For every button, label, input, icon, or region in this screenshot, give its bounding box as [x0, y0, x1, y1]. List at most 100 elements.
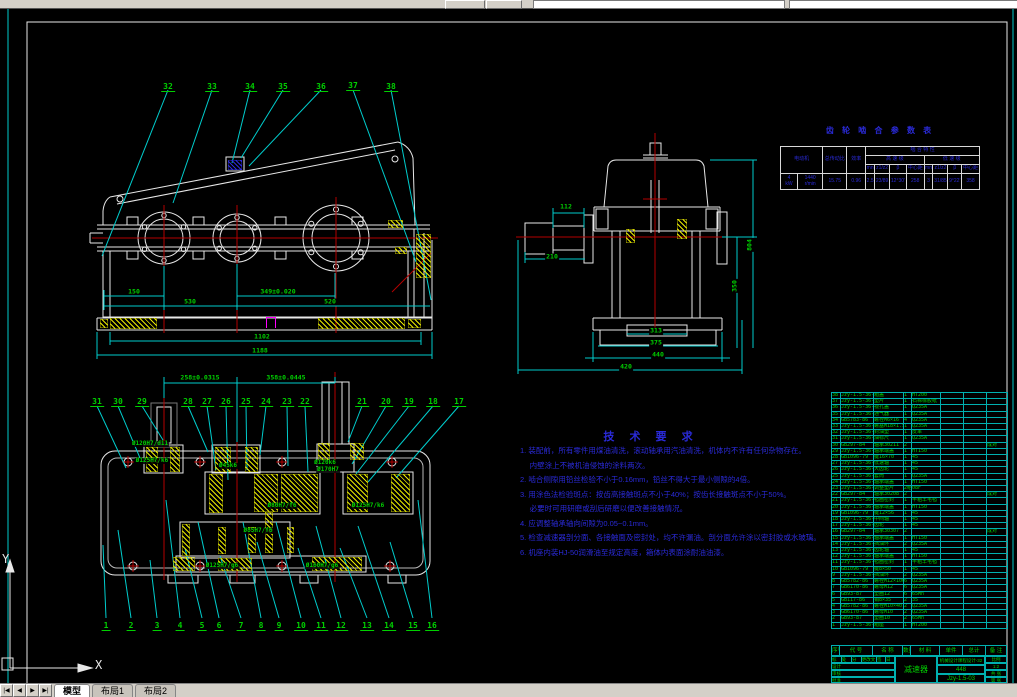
balloon-number: 32 — [161, 82, 175, 92]
toolbar-button[interactable] — [445, 0, 485, 9]
tech-req-line: 5. 检查减速器剖分面、各接触面及密封处，均不许漏油。剖分面允许涂以密封胶或水玻… — [520, 533, 821, 542]
balloon-number: 27 — [200, 397, 214, 407]
bom-col-header: 材 料 — [911, 645, 940, 656]
balloon-number: 11 — [314, 621, 328, 631]
balloon-number: 16 — [425, 621, 439, 631]
dimension-text: 349±0.020 — [259, 287, 297, 296]
dimension-text: 358±0.0445 — [265, 373, 307, 382]
col-label: z1/z2 — [932, 164, 949, 174]
bom-row: 1 Jzy-1.5-36-01 箱座 1 HT200 — [831, 621, 1008, 629]
tab-layout2[interactable]: 布局2 — [135, 684, 177, 697]
bom-col-header: 单件 — [940, 645, 963, 656]
parts-list: 38 Jzy-1.5-36-38 箱盖 1 HT200 37 Jzy-1.5-3… — [831, 391, 1008, 629]
toolbar-combobox[interactable] — [533, 0, 785, 9]
fit-label: Ø45k6 — [217, 462, 239, 469]
balloon-number: 13 — [360, 621, 374, 631]
tech-req-title: 技 术 要 求 — [603, 431, 699, 443]
eff-label: 效率 — [846, 146, 867, 174]
balloon-number: 37 — [346, 81, 360, 91]
bom-col-header: 名 称 — [873, 645, 903, 656]
tech-req-line: 6. 机座内装HJ-50润滑油至规定高度，箱体内表面涂耐油油漆。 — [520, 547, 729, 557]
tab-nav-next-button[interactable]: ▶ — [26, 684, 39, 697]
balloon-number: 18 — [426, 397, 440, 407]
balloon-number: 20 — [379, 397, 393, 407]
balloon-number: 10 — [294, 621, 308, 631]
tab-layout1[interactable]: 布局1 — [92, 684, 134, 697]
col-label: β — [889, 164, 907, 174]
gear-table-title: 齿 轮 啮 合 参 数 表 — [825, 126, 935, 135]
scale-value-cell: 1:2 — [985, 663, 1007, 670]
efficiency: 0.96 — [846, 173, 867, 190]
gear-value: 31/85 — [932, 173, 949, 190]
col-label: β — [947, 164, 963, 174]
tab-nav-first-button[interactable]: |◀ — [0, 684, 13, 697]
gear-value: 3 — [923, 173, 934, 190]
gear-value: 358 — [961, 173, 980, 190]
tab-nav-last-button[interactable]: ▶| — [39, 684, 52, 697]
balloon-number: 2 — [126, 621, 136, 631]
tech-req-line: 2. 啮合侧隙用铅丝检验不小于0.16mm，铅丝不得大于最小侧隙的4倍。 — [520, 475, 755, 484]
ucs-y-label: Y — [2, 552, 10, 566]
tech-req-line: 内壁涂上不被机油侵蚀的涂料两次。 — [520, 460, 650, 470]
tech-req-line: 4. 应调整轴承轴向间隙为0.05~0.1mm。 — [520, 518, 653, 528]
balloon-number: 31 — [90, 397, 104, 407]
layout-tab-bar: |◀ ◀ ▶ ▶| 模型 布局1 布局2 — [0, 683, 1017, 697]
dimension-text: 530 — [183, 297, 197, 306]
fit-label: Ø160H7/g6 — [304, 562, 340, 569]
tab-nav-prev-button[interactable]: ◀ — [13, 684, 26, 697]
breather-hatch — [228, 160, 242, 170]
role-row: 设计 — [831, 663, 895, 670]
gear-value: 258 — [905, 173, 925, 190]
balloon-number: 33 — [205, 82, 219, 92]
toolbar-button[interactable] — [486, 0, 522, 9]
gear-value: 23/89 — [874, 173, 891, 190]
balloon-number: 4 — [175, 621, 185, 631]
fit-label: Ø85H7/f6 — [242, 527, 274, 534]
dimension-text: 258±0.0315 — [179, 373, 221, 382]
fit-label: Ø120H7/d11 — [130, 440, 170, 447]
col-label: 中心距 — [905, 164, 925, 174]
tech-req-line: 3. 用涂色法检验斑点：按齿高接触斑点不小于40%；按齿长接触斑点不小于50%。 — [520, 489, 791, 499]
dimension-text: 210 — [545, 252, 559, 261]
tab-model[interactable]: 模型 — [54, 684, 91, 697]
balloon-number: 34 — [243, 82, 257, 92]
fit-label: Ø125H7/k6 — [350, 502, 386, 509]
dimension-text: 313 — [649, 326, 663, 335]
bom-col-header: 备 注 — [986, 645, 1007, 656]
balloon-number: 36 — [314, 82, 328, 92]
col-label: mn — [865, 164, 876, 174]
balloon-number: 21 — [355, 397, 369, 407]
toolbar — [0, 0, 1017, 9]
revision-row: 标记 处数 分区 更改文件号 签名 日期 — [831, 656, 895, 663]
gear-value: 2.5 — [865, 173, 876, 190]
balloon-number: 28 — [181, 397, 195, 407]
mesh-label: 啮 合 特 性 — [865, 146, 980, 156]
drawing-number-cell: Jzy-1.5-03 — [937, 674, 985, 683]
ratio-label: 总传动比 — [822, 146, 848, 174]
fit-label: Ø125H7/g6 — [204, 562, 240, 569]
scale-label-cell: 比例 — [985, 656, 1007, 663]
balloon-number: 38 — [384, 82, 398, 92]
gear-value: 9°22′ — [947, 173, 963, 190]
balloon-number: 35 — [276, 82, 290, 92]
balloon-number: 14 — [382, 621, 396, 631]
fit-label: Ø170H7 — [316, 466, 340, 473]
bom-col-header: 代 号 — [840, 645, 873, 656]
toolbar-combobox[interactable] — [789, 0, 1017, 9]
weld-symbol — [266, 317, 276, 328]
dimension-text: 1102 — [253, 332, 271, 341]
hs-label: 高 速 级 — [865, 155, 925, 165]
ucs-x-label: X — [95, 658, 103, 672]
technical-requirements: 技 术 要 求 1. 装配前，所有零件用煤油清洗，滚动轴承用汽油清洗，机体内不许… — [520, 428, 821, 560]
fit-label: Ø125H7/k6 — [134, 457, 170, 464]
gear-parameter-table: 电动机 总传动比 效率 啮 合 特 性 高 速 级 低 速 级 mn z1/z2… — [779, 146, 981, 190]
gear-value: 12°30′ — [889, 173, 907, 190]
dimension-text: 1188 — [251, 346, 269, 355]
balloon-number: 6 — [214, 621, 224, 631]
dimension-text: 420 — [619, 362, 633, 371]
tech-req-line: 1. 装配前，所有零件用煤油清洗，滚动轴承用汽油清洗，机体内不许有任何杂物存在。 — [520, 446, 806, 455]
balloon-number: 25 — [239, 397, 253, 407]
dimension-text: 112 — [559, 202, 573, 211]
dimension-text: 440 — [651, 350, 665, 359]
bom-col-header: 序号 — [831, 645, 840, 656]
